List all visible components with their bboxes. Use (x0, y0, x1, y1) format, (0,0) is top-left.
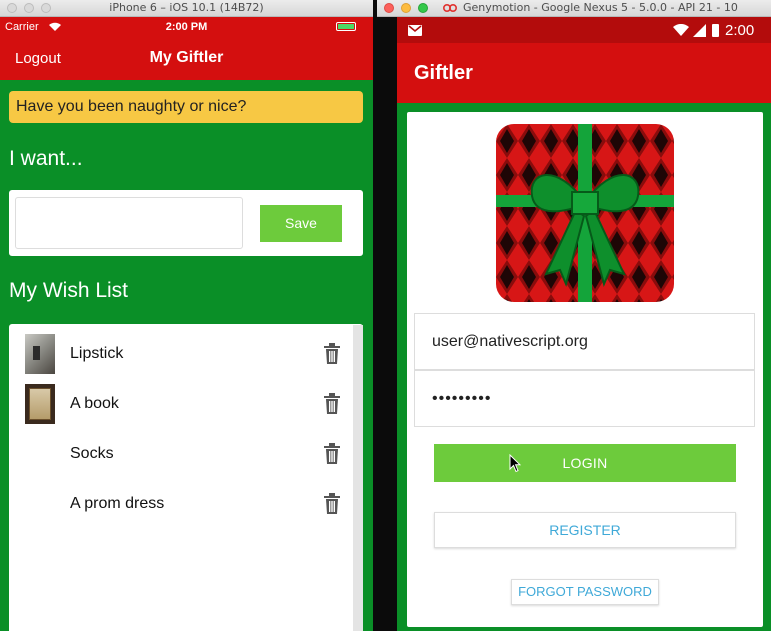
i-want-heading: I want... (9, 147, 83, 170)
android-time: 2:00 (725, 22, 755, 39)
password-field[interactable]: ••••••••• (414, 370, 755, 427)
wish-text-input[interactable] (15, 197, 243, 249)
list-item[interactable]: A prom dress (9, 484, 351, 534)
save-button[interactable]: Save (260, 205, 342, 242)
wish-item-label: Socks (70, 445, 114, 462)
register-button[interactable]: REGISTER (434, 512, 736, 548)
list-item[interactable]: A book (9, 384, 351, 434)
wish-list-scrollbar[interactable] (353, 325, 363, 631)
list-item[interactable]: Socks (9, 434, 351, 484)
trash-icon[interactable] (323, 393, 341, 415)
signal-icon (693, 24, 706, 37)
wish-list-heading: My Wish List (9, 279, 129, 302)
android-emulator-screen: 2:00 Giftler user@nativescript.org •••••… (397, 17, 771, 631)
login-button[interactable]: LOGIN (434, 444, 736, 482)
list-item[interactable]: Lipstick (9, 334, 351, 384)
ios-simulator-screen: Carrier 2:00 PM Logout My Giftler Have y… (0, 17, 373, 631)
ios-time: 2:00 PM (165, 21, 208, 33)
ios-status-bar: Carrier 2:00 PM (0, 17, 373, 37)
ios-window-title: iPhone 6 – iOS 10.1 (14B72) (109, 1, 264, 14)
app-title: Giftler (414, 62, 473, 84)
wish-item-label: A book (70, 395, 119, 412)
email-field[interactable]: user@nativescript.org (414, 313, 755, 370)
trash-icon[interactable] (323, 493, 341, 515)
lipstick-photo (25, 334, 55, 374)
gift-box-logo (496, 124, 674, 302)
trash-icon[interactable] (323, 343, 341, 365)
trash-icon[interactable] (323, 443, 341, 465)
wish-item-label: A prom dress (70, 495, 165, 512)
zoom-window-button[interactable] (418, 3, 428, 13)
mouse-cursor-icon (509, 454, 521, 473)
ios-navigation-bar: Logout My Giftler (0, 37, 373, 80)
gmail-notification-icon (408, 25, 422, 36)
genymotion-titlebar: Genymotion - Google Nexus 5 - 5.0.0 - AP… (377, 0, 771, 17)
genymotion-window-title: Genymotion - Google Nexus 5 - 5.0.0 - AP… (463, 1, 738, 14)
ios-simulator-titlebar: iPhone 6 – iOS 10.1 (14B72) (0, 0, 373, 17)
naughty-nice-banner: Have you been naughty or nice? (9, 91, 363, 123)
android-status-bar: 2:00 (397, 17, 771, 43)
minimize-window-button[interactable] (401, 3, 411, 13)
close-window-button[interactable] (384, 3, 394, 13)
android-app-bar: Giftler (397, 43, 771, 103)
window-divider (373, 0, 397, 631)
login-card: user@nativescript.org ••••••••• LOGIN RE… (407, 112, 763, 627)
app-title: My Giftler (149, 49, 224, 66)
battery-icon (712, 24, 719, 37)
wish-item-label: Lipstick (70, 345, 124, 362)
genymotion-logo-icon (443, 4, 457, 12)
forgot-password-button[interactable]: FORGOT PASSWORD (511, 579, 659, 605)
battery-icon (336, 22, 356, 31)
book-photo (25, 384, 55, 424)
wifi-icon (673, 24, 689, 36)
